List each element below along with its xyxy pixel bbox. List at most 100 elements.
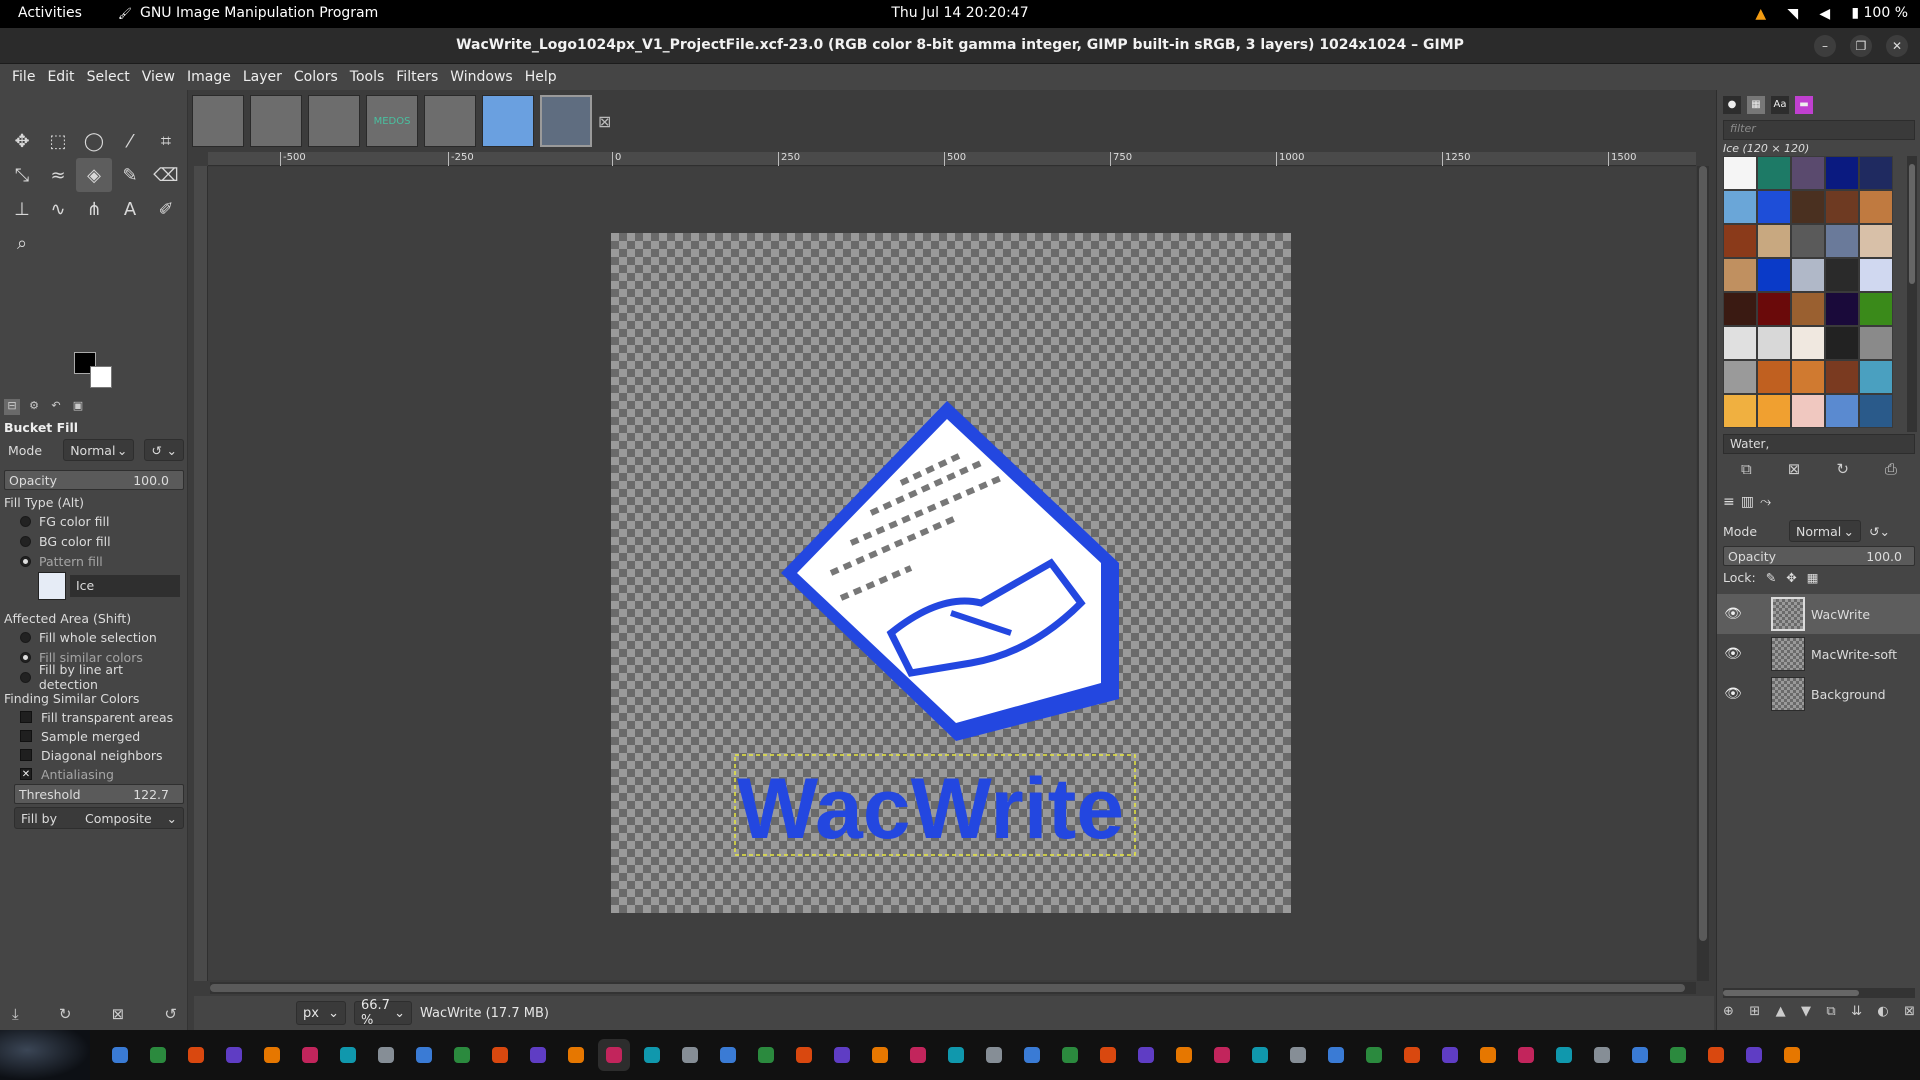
gimp-icon[interactable] bbox=[598, 1039, 630, 1071]
text-icon[interactable] bbox=[826, 1039, 858, 1071]
minimize-button[interactable]: – bbox=[1814, 35, 1836, 57]
menu-windows[interactable]: Windows bbox=[444, 64, 519, 90]
help-icon[interactable] bbox=[408, 1039, 440, 1071]
pattern-swatch[interactable] bbox=[1825, 360, 1859, 394]
menu-help[interactable]: Help bbox=[519, 64, 563, 90]
circle-icon[interactable] bbox=[674, 1039, 706, 1071]
menu-view[interactable]: View bbox=[136, 64, 181, 90]
fuzzy-select-tool-icon[interactable]: ⁄ bbox=[112, 124, 148, 158]
window-titlebar[interactable]: WacWrite_Logo1024px_V1_ProjectFile.xcf-2… bbox=[0, 28, 1920, 64]
pattern-swatch[interactable] bbox=[1791, 292, 1825, 326]
lock-position-icon[interactable]: ✥ bbox=[1786, 570, 1796, 585]
mode-reset-button[interactable]: ↺ ⌄ bbox=[144, 439, 184, 461]
lock-pixels-icon[interactable]: ✎ bbox=[1766, 570, 1776, 585]
rect-select-tool-icon[interactable]: ⬚ bbox=[40, 124, 76, 158]
visibility-eye-icon[interactable]: 👁 bbox=[1717, 646, 1749, 662]
pdf-icon[interactable] bbox=[1282, 1039, 1314, 1071]
draw-icon[interactable] bbox=[1092, 1039, 1124, 1071]
pattern-swatch[interactable] bbox=[1825, 326, 1859, 360]
pattern-name-field[interactable]: Ice bbox=[70, 575, 180, 597]
pattern-swatch[interactable] bbox=[1757, 224, 1791, 258]
terminal-icon[interactable] bbox=[104, 1039, 136, 1071]
layer-mode-reset-icon[interactable]: ↺⌄ bbox=[1869, 524, 1890, 539]
radio-line-art[interactable]: Fill by line art detection bbox=[4, 662, 184, 692]
unit-select[interactable]: px ⌄ bbox=[296, 1001, 346, 1025]
save-options-icon[interactable]: ⤓ bbox=[12, 1005, 19, 1023]
console-icon[interactable] bbox=[256, 1039, 288, 1071]
app-menu[interactable]: 🖌 GNU Image Manipulation Program bbox=[118, 5, 378, 21]
zoom-select[interactable]: 66.7 % ⌄ bbox=[354, 998, 412, 1028]
pattern-swatch[interactable] bbox=[1825, 394, 1859, 428]
paths-tab-icon[interactable]: ⤳ bbox=[1760, 494, 1771, 510]
pattern-swatch[interactable] bbox=[1757, 258, 1791, 292]
pattern-swatch[interactable] bbox=[1859, 156, 1893, 190]
calendar-icon[interactable] bbox=[1434, 1039, 1466, 1071]
raise-layer-icon[interactable]: ▲ bbox=[1776, 1004, 1786, 1019]
menu-image[interactable]: Image bbox=[181, 64, 237, 90]
tool-icon[interactable] bbox=[1396, 1039, 1428, 1071]
threshold-spinner[interactable]: Threshold 122.7 bbox=[14, 784, 184, 804]
layer-opacity-spinner[interactable]: Opacity 100.0 bbox=[1723, 546, 1915, 566]
vlc-tray-icon[interactable]: ▲ bbox=[1755, 6, 1769, 22]
pattern-swatch[interactable] bbox=[1791, 258, 1825, 292]
pattern-swatch[interactable] bbox=[1825, 156, 1859, 190]
sheets-icon[interactable] bbox=[1700, 1039, 1732, 1071]
radio-pattern-fill[interactable]: Pattern fill bbox=[4, 551, 184, 571]
paths-tool-icon[interactable]: ⋔ bbox=[76, 192, 112, 226]
pattern-filter-input[interactable]: filter bbox=[1723, 120, 1915, 140]
smudge-tool-icon[interactable]: ∿ bbox=[40, 192, 76, 226]
pattern-swatch[interactable] bbox=[1859, 224, 1893, 258]
pattern-swatch[interactable] bbox=[1757, 326, 1791, 360]
mail-icon[interactable] bbox=[1168, 1039, 1200, 1071]
pattern-swatch[interactable] bbox=[1757, 156, 1791, 190]
pattern-swatch[interactable] bbox=[1757, 292, 1791, 326]
firefox-icon[interactable] bbox=[294, 1039, 326, 1071]
clock[interactable]: Thu Jul 14 20:20:47 bbox=[891, 5, 1028, 21]
fillby-select[interactable]: Fill by Composite ⌄ bbox=[14, 807, 184, 829]
channels-tab-icon[interactable]: ▥ bbox=[1741, 494, 1754, 510]
word-icon[interactable] bbox=[1624, 1039, 1656, 1071]
maximize-button[interactable]: ❐ bbox=[1850, 35, 1872, 57]
new-layer-icon[interactable]: ⊕ bbox=[1723, 1004, 1734, 1019]
check-diagonal-neighbors[interactable]: Diagonal neighbors bbox=[4, 745, 184, 765]
patterns-tab-icon[interactable]: ▦ bbox=[1747, 96, 1765, 114]
editor-icon[interactable] bbox=[484, 1039, 516, 1071]
menu-filters[interactable]: Filters bbox=[390, 64, 444, 90]
check-sample-merged[interactable]: Sample merged bbox=[4, 726, 184, 746]
paintbrush-tool-icon[interactable]: ✎ bbox=[112, 158, 148, 192]
archive-icon[interactable] bbox=[1738, 1039, 1770, 1071]
eraser-tool-icon[interactable]: ⌫ bbox=[148, 158, 184, 192]
background-color-swatch[interactable] bbox=[90, 366, 112, 388]
new-group-icon[interactable]: ⊞ bbox=[1749, 1004, 1760, 1019]
present-icon[interactable] bbox=[1130, 1039, 1162, 1071]
clone-tool-icon[interactable]: ⊥ bbox=[4, 192, 40, 226]
store-icon[interactable] bbox=[446, 1039, 478, 1071]
vertical-scrollbar[interactable] bbox=[1697, 166, 1709, 981]
check-transparent-areas[interactable]: Fill transparent areas bbox=[4, 707, 184, 727]
text-tool-icon[interactable]: A bbox=[112, 192, 148, 226]
merge-layer-icon[interactable]: ⇊ bbox=[1851, 1004, 1862, 1019]
pattern-swatch[interactable] bbox=[1859, 326, 1893, 360]
inkscape-icon[interactable] bbox=[712, 1039, 744, 1071]
refresh-patterns-icon[interactable]: ↻ bbox=[1836, 460, 1849, 478]
pattern-swatch[interactable] bbox=[1791, 190, 1825, 224]
vlc-icon[interactable] bbox=[332, 1039, 364, 1071]
delete-options-icon[interactable]: ⊠ bbox=[112, 1005, 125, 1023]
pattern-swatch[interactable] bbox=[1825, 224, 1859, 258]
cube-icon[interactable] bbox=[636, 1039, 668, 1071]
image-tab[interactable] bbox=[250, 95, 302, 147]
pattern-swatch[interactable] bbox=[1723, 224, 1757, 258]
restore-options-icon[interactable]: ↻ bbox=[59, 1005, 72, 1023]
pattern-swatch[interactable] bbox=[1859, 292, 1893, 326]
impress-icon[interactable] bbox=[1662, 1039, 1694, 1071]
camera-icon[interactable] bbox=[1016, 1039, 1048, 1071]
brushes-tab-icon[interactable]: ● bbox=[1723, 96, 1741, 114]
browser-icon[interactable] bbox=[902, 1039, 934, 1071]
image-tab[interactable] bbox=[192, 95, 244, 147]
radio-bg-fill[interactable]: BG color fill bbox=[4, 531, 184, 551]
pattern-swatch[interactable] bbox=[1791, 360, 1825, 394]
pattern-swatch[interactable] bbox=[1859, 258, 1893, 292]
menu-tools[interactable]: Tools bbox=[344, 64, 391, 90]
canvas-area[interactable]: WacWrite bbox=[208, 167, 1696, 980]
menu-edit[interactable]: Edit bbox=[41, 64, 80, 90]
